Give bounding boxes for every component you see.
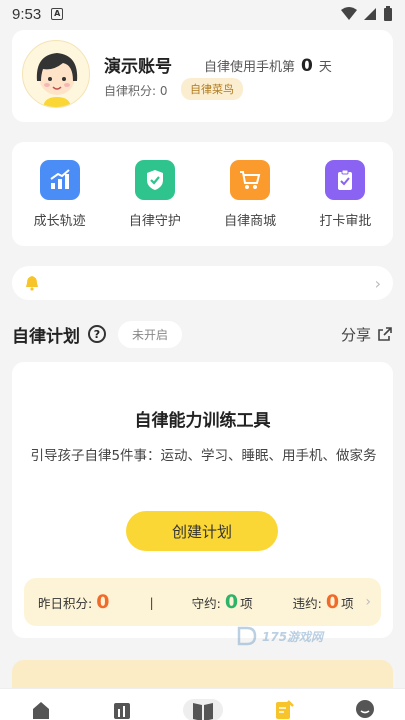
share-label: 分享 xyxy=(340,325,371,344)
points-text: 自律积分: 0 xyxy=(104,84,168,98)
notice-bar[interactable]: › xyxy=(12,266,393,300)
cart-icon xyxy=(230,160,271,200)
yesterday-value: 0 xyxy=(96,591,110,613)
battery-icon xyxy=(384,6,392,21)
watermark: 175游戏网 xyxy=(236,625,323,647)
plan-section-title: 自律计划 xyxy=(12,326,80,347)
feature-growth-label: 成长轨迹 xyxy=(33,214,86,229)
clipboard-check-icon xyxy=(325,160,366,200)
watermark-text: 175游戏网 xyxy=(262,629,324,644)
plan-card-title: 自律能力训练工具 xyxy=(134,411,271,431)
stats-separator: | xyxy=(149,594,154,610)
break-label: 违约: xyxy=(292,595,322,611)
avatar-girl-icon xyxy=(36,53,78,107)
feature-guard[interactable]: 自律守护 xyxy=(115,160,195,229)
share-icon xyxy=(378,327,392,341)
stats-icon xyxy=(113,703,130,719)
keep-label: 守约: xyxy=(191,595,221,611)
tab-stats[interactable] xyxy=(102,699,142,719)
keep-count: 守约: 0 项 xyxy=(192,591,253,613)
tab-profile[interactable] xyxy=(345,699,385,719)
chevron-right-icon: › xyxy=(374,273,381,293)
tab-book[interactable] xyxy=(182,699,223,720)
feature-shop[interactable]: 自律商城 xyxy=(210,160,290,229)
features-card: 成长轨迹 自律守护 自律商城 打卡审批 xyxy=(12,142,393,246)
watermark-logo-icon xyxy=(237,626,257,646)
feature-checkin-label: 打卡审批 xyxy=(319,214,372,229)
break-value: 0 xyxy=(325,591,340,613)
wifi-icon xyxy=(341,7,357,20)
feature-guard-label: 自律守护 xyxy=(128,214,181,229)
profile-icon xyxy=(355,700,374,718)
growth-chart-icon xyxy=(39,160,80,200)
plan-stats-row[interactable]: 昨日积分: 0 | 守约: 0 项 违约: 0 项 › xyxy=(24,578,381,626)
feature-shop-label: 自律商城 xyxy=(224,214,277,229)
shield-check-icon xyxy=(134,160,175,200)
chevron-right-icon: › xyxy=(365,594,371,610)
keep-unit: 项 xyxy=(240,595,253,611)
status-time: 9:53 xyxy=(12,5,42,23)
share-button[interactable]: 分享 xyxy=(341,324,393,345)
yesterday-points: 昨日积分: 0 xyxy=(38,591,109,613)
days-unit: 天 xyxy=(318,60,332,75)
signal-icon xyxy=(364,8,376,20)
selfuse-label: 自律使用手机第 xyxy=(204,60,296,75)
tab-home[interactable] xyxy=(21,699,61,719)
break-count: 违约: 0 项 xyxy=(293,591,354,613)
feature-growth[interactable]: 成长轨迹 xyxy=(20,160,100,229)
book-icon xyxy=(182,699,223,720)
plan-section-header: 自律计划 ? 未开启 分享 xyxy=(12,318,393,350)
create-plan-button[interactable]: 创建计划 xyxy=(126,511,278,551)
tab-bar xyxy=(0,688,405,720)
days-value: 0 xyxy=(301,56,313,76)
break-unit: 项 xyxy=(341,595,354,611)
profile-card[interactable]: 演示账号 自律使用手机第 0 天 自律积分: 0 自律菜鸟 xyxy=(12,30,393,122)
bell-icon xyxy=(26,276,38,291)
yesterday-label: 昨日积分: xyxy=(38,595,93,611)
feature-checkin[interactable]: 打卡审批 xyxy=(305,160,385,229)
tab-plan[interactable] xyxy=(264,699,304,719)
home-icon xyxy=(32,702,49,719)
help-icon[interactable]: ? xyxy=(88,325,106,343)
plan-state-badge: 未开启 xyxy=(118,320,183,348)
level-badge: 自律菜鸟 xyxy=(181,78,243,100)
keep-value: 0 xyxy=(224,591,239,613)
plan-card: 自律能力训练工具 引导孩子自律5件事：运动、学习、睡眠、用手机、做家务 创建计划… xyxy=(12,362,393,638)
plan-card-description: 引导孩子自律5件事：运动、学习、睡眠、用手机、做家务 xyxy=(30,448,377,464)
selfuse-days: 自律使用手机第 0 天 xyxy=(204,56,332,76)
status-bar: 9:53 A xyxy=(0,0,405,28)
notification-icon: A xyxy=(51,8,64,20)
avatar[interactable] xyxy=(22,40,90,108)
username: 演示账号 xyxy=(104,57,172,77)
plan-icon xyxy=(275,700,294,719)
